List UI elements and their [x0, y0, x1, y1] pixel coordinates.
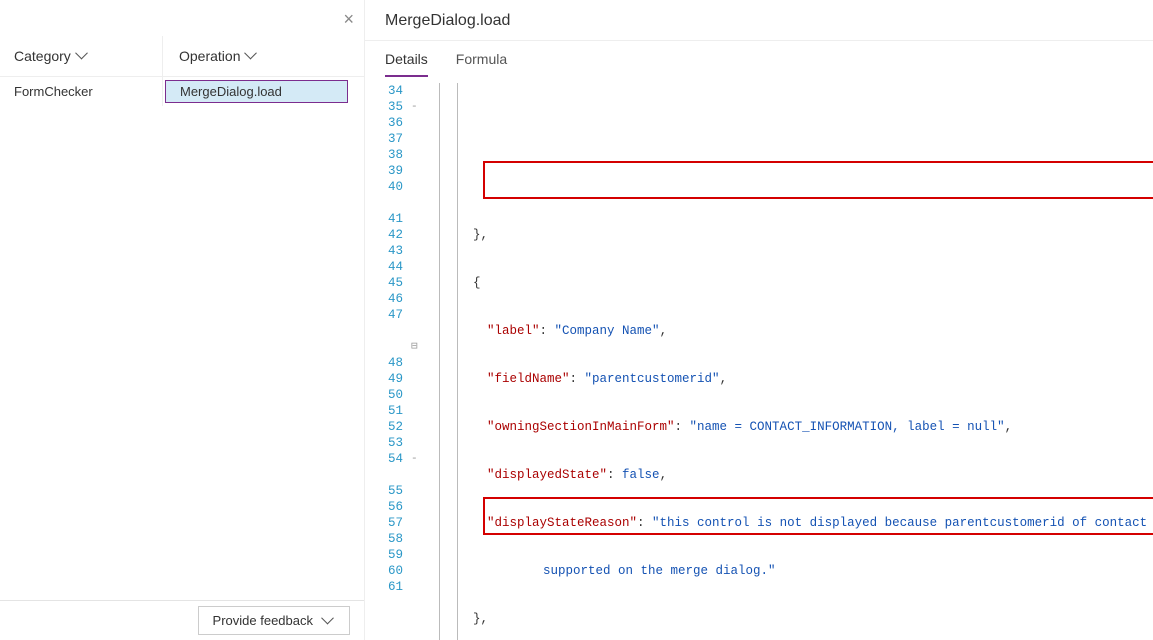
chevron-down-icon [77, 50, 89, 62]
tabs: Details Formula [365, 41, 1153, 77]
feedback-label: Provide feedback [213, 613, 313, 628]
category-header[interactable]: Category [0, 36, 162, 76]
chevron-down-icon [246, 50, 258, 62]
tab-details[interactable]: Details [385, 51, 428, 77]
close-icon[interactable]: × [343, 10, 354, 28]
fold-minus-icon[interactable]: - [411, 451, 418, 467]
code-token: { [473, 276, 481, 290]
operation-value: MergeDialog.load [180, 84, 282, 99]
column-headers: Category Operation [0, 36, 364, 76]
tab-formula-label: Formula [456, 51, 507, 67]
table-row: FormChecker MergeDialog.load [0, 76, 364, 106]
category-value: FormChecker [14, 84, 93, 99]
highlight-box [483, 161, 1153, 199]
fold-minus-icon[interactable]: ⊟ [411, 339, 418, 355]
operation-cell: MergeDialog.load [162, 77, 364, 106]
line-gutter: 3435363738394041424344454647484950515253… [365, 83, 409, 640]
title-text: MergeDialog.load [385, 12, 510, 29]
chevron-down-icon [323, 615, 335, 627]
provide-feedback-button[interactable]: Provide feedback [198, 606, 350, 635]
category-cell[interactable]: FormChecker [0, 77, 162, 106]
tab-formula[interactable]: Formula [456, 51, 507, 77]
left-panel: × Category Operation FormChecker MergeDi… [0, 0, 365, 640]
operation-selected[interactable]: MergeDialog.load [165, 80, 348, 103]
operation-header[interactable]: Operation [162, 36, 364, 76]
operation-header-label: Operation [179, 48, 240, 64]
code-editor[interactable]: 3435363738394041424344454647484950515253… [365, 77, 1153, 640]
fold-minus-icon[interactable]: - [411, 99, 418, 115]
code-token: }, [473, 228, 488, 242]
left-footer: Provide feedback [0, 600, 364, 640]
tab-details-label: Details [385, 51, 428, 67]
fold-column: - ⊟ - [409, 83, 427, 640]
category-header-label: Category [14, 48, 71, 64]
page-title: MergeDialog.load [365, 0, 1153, 41]
code-token: "label" [487, 324, 540, 338]
right-panel: MergeDialog.load Details Formula 3435363… [365, 0, 1153, 640]
code-lines: }, { "label": "Company Name", "fieldName… [427, 83, 1153, 640]
